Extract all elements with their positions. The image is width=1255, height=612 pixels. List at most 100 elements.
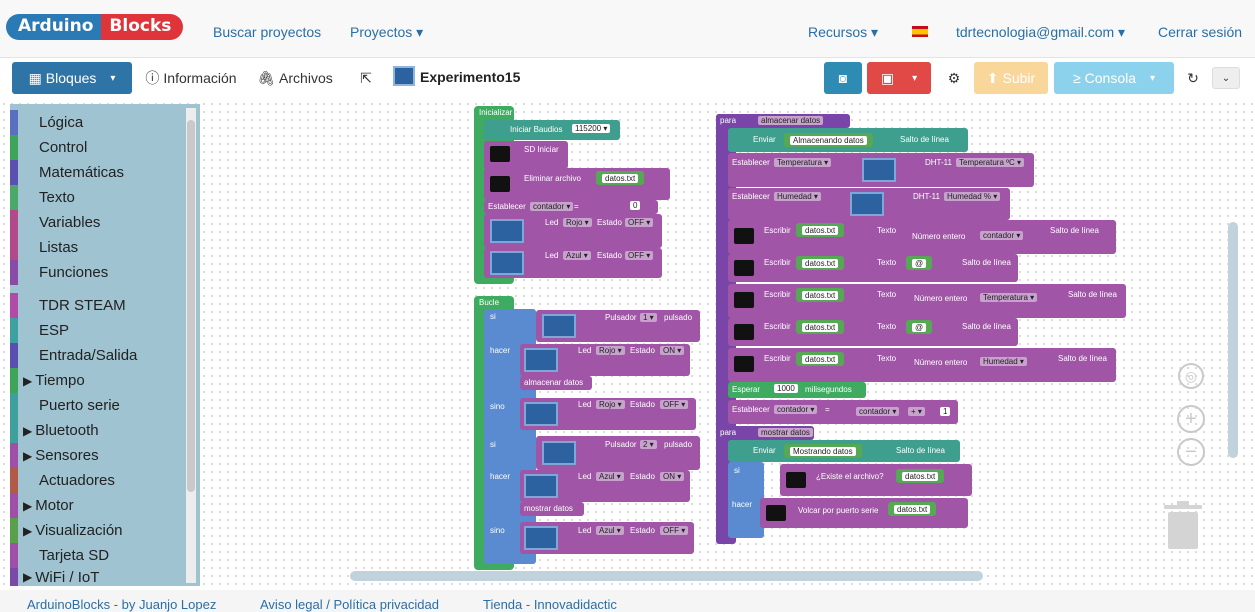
estado-dropdown[interactable]: OFF ▾ bbox=[660, 400, 689, 409]
dht-option-dropdown[interactable]: Humedad % ▾ bbox=[944, 192, 1001, 201]
category-funciones[interactable]: Funciones bbox=[10, 260, 190, 285]
operator-dropdown[interactable]: + ▾ bbox=[908, 407, 925, 416]
variable-dropdown[interactable]: contador ▾ bbox=[774, 405, 818, 414]
archivos-button[interactable]: 🖇 Archivos bbox=[255, 62, 335, 94]
datos-txt-string[interactable]: datos.txt bbox=[796, 223, 845, 237]
string-value: datos.txt bbox=[894, 504, 931, 514]
pulsador-dropdown[interactable]: 2 ▾ bbox=[640, 440, 657, 449]
salto-checkbox-label[interactable]: Salto de línea bbox=[900, 135, 949, 144]
function-name-field[interactable]: mostrar datos bbox=[758, 428, 813, 437]
recenter-icon[interactable]: ◎ bbox=[1178, 363, 1204, 389]
category-bluetooth[interactable]: ▶ Bluetooth bbox=[10, 418, 190, 443]
footer-credit-link[interactable]: ArduinoBlocks - by Juanjo Lopez bbox=[27, 597, 216, 612]
datos-txt-string[interactable]: datos.txt bbox=[596, 171, 645, 185]
number-value[interactable]: 0 bbox=[630, 201, 641, 210]
baud-dropdown[interactable]: 115200 ▾ bbox=[572, 124, 611, 133]
zoom-in-icon[interactable]: + bbox=[1177, 405, 1205, 433]
salto-checkbox-label[interactable]: Salto de línea bbox=[962, 258, 1011, 267]
salto-checkbox-label[interactable]: Salto de línea bbox=[1050, 226, 1099, 235]
datos-txt-string[interactable]: datos.txt bbox=[888, 502, 937, 516]
variable-dropdown[interactable]: Temperatura ▾ bbox=[774, 158, 832, 167]
bloques-button[interactable]: ▦ Bloques ▾ bbox=[12, 62, 132, 94]
variable-dropdown[interactable]: Humedad ▾ bbox=[980, 357, 1027, 366]
nav-logout[interactable]: Cerrar sesión bbox=[1158, 24, 1242, 40]
salto-checkbox-label[interactable]: Salto de línea bbox=[962, 322, 1011, 331]
variable-dropdown[interactable]: contador ▾ bbox=[856, 407, 900, 416]
eliminar-label: Eliminar archivo bbox=[524, 174, 581, 183]
spain-flag-icon[interactable] bbox=[912, 26, 928, 37]
datos-txt-string[interactable]: datos.txt bbox=[896, 469, 945, 483]
category-sidebar[interactable]: Lógica Control Matemáticas Texto Variabl… bbox=[10, 104, 200, 586]
nav-user-dropdown[interactable]: tdrtecnologia@gmail.com ▾ bbox=[956, 24, 1125, 41]
category-sensores[interactable]: ▶ Sensores bbox=[10, 443, 190, 468]
settings-button[interactable]: ⚙ bbox=[941, 62, 967, 94]
trash-icon[interactable] bbox=[1164, 501, 1202, 549]
category-motor[interactable]: ▶ Motor bbox=[10, 493, 190, 518]
salto-checkbox-label[interactable]: Salto de línea bbox=[1058, 354, 1107, 363]
category-logica[interactable]: Lógica bbox=[10, 110, 190, 135]
footer-legal-link[interactable]: Aviso legal / Política privacidad bbox=[260, 597, 439, 612]
category-texto[interactable]: Texto bbox=[10, 185, 190, 210]
datos-txt-string[interactable]: datos.txt bbox=[796, 256, 845, 270]
workspace-vertical-scrollbar[interactable] bbox=[1228, 222, 1238, 458]
consola-button[interactable]: ≥ Consola ▾ bbox=[1054, 62, 1174, 94]
category-wifi-iot[interactable]: ▶ WiFi / IoT bbox=[10, 568, 190, 586]
zoom-out-icon[interactable]: − bbox=[1177, 438, 1205, 466]
category-visualizacion[interactable]: ▶ Visualización bbox=[10, 518, 190, 543]
category-control[interactable]: Control bbox=[10, 135, 190, 160]
datos-txt-string[interactable]: datos.txt bbox=[796, 288, 845, 302]
number-value[interactable]: 1 bbox=[940, 407, 951, 416]
nav-recursos-dropdown[interactable]: Recursos ▾ bbox=[808, 24, 878, 41]
category-listas[interactable]: Listas bbox=[10, 235, 190, 260]
variable-dropdown[interactable]: contador ▾ bbox=[980, 231, 1024, 240]
variable-dropdown[interactable]: Temperatura ▾ bbox=[980, 293, 1038, 302]
informacion-button[interactable]: ⓘ Información bbox=[142, 62, 240, 94]
estado-dropdown[interactable]: ON ▾ bbox=[660, 346, 685, 355]
save-button[interactable]: ▣ ▾ bbox=[867, 62, 931, 94]
category-variables[interactable]: Variables bbox=[10, 210, 190, 235]
datos-txt-string[interactable]: datos.txt bbox=[796, 352, 845, 366]
estado-dropdown[interactable]: OFF ▾ bbox=[660, 526, 689, 535]
pulsador-dropdown[interactable]: 1 ▾ bbox=[640, 313, 657, 322]
led-color-dropdown[interactable]: Rojo ▾ bbox=[596, 400, 625, 409]
category-tdr-steam[interactable]: TDR STEAM bbox=[10, 293, 190, 318]
arduinoblocks-logo[interactable]: Arduino Blocks bbox=[6, 14, 184, 40]
salto-checkbox-label[interactable]: Salto de línea bbox=[1068, 290, 1117, 299]
category-puerto-serie[interactable]: Puerto serie bbox=[10, 393, 190, 418]
led-color-dropdown[interactable]: Azul ▾ bbox=[596, 472, 624, 481]
almacenando-string[interactable]: Almacenando datos bbox=[784, 133, 873, 147]
estado-dropdown[interactable]: OFF ▾ bbox=[625, 218, 654, 227]
sidebar-scrollbar-thumb[interactable] bbox=[187, 120, 195, 492]
nav-buscar-proyectos[interactable]: Buscar proyectos bbox=[213, 24, 321, 40]
led-color-dropdown[interactable]: Rojo ▾ bbox=[596, 346, 625, 355]
dht-option-dropdown[interactable]: Temperatura ºC ▾ bbox=[956, 158, 1025, 167]
category-tarjeta-sd[interactable]: Tarjeta SD bbox=[10, 543, 190, 568]
category-matematicas[interactable]: Matemáticas bbox=[10, 160, 190, 185]
variable-dropdown[interactable]: Humedad ▾ bbox=[774, 192, 821, 201]
category-entrada-salida[interactable]: Entrada/Salida bbox=[10, 343, 190, 368]
ms-value[interactable]: 1000 bbox=[774, 384, 798, 393]
estado-dropdown[interactable]: OFF ▾ bbox=[625, 251, 654, 260]
footer-tienda-link[interactable]: Tienda - Innovadidactic bbox=[483, 597, 617, 612]
category-esp[interactable]: ESP bbox=[10, 318, 190, 343]
screenshot-button[interactable]: ◙ bbox=[824, 62, 862, 94]
collapse-button[interactable]: ⌄ bbox=[1212, 67, 1240, 89]
datos-txt-string[interactable]: datos.txt bbox=[796, 320, 845, 334]
led-color-dropdown[interactable]: Azul ▾ bbox=[596, 526, 624, 535]
refresh-button[interactable]: ↻ bbox=[1180, 62, 1206, 94]
category-tiempo[interactable]: ▶ Tiempo bbox=[10, 368, 190, 393]
category-actuadores[interactable]: Actuadores bbox=[10, 468, 190, 493]
nav-proyectos-dropdown[interactable]: Proyectos ▾ bbox=[350, 24, 423, 41]
separator-string[interactable]: @ bbox=[906, 320, 933, 334]
workspace-horizontal-scrollbar[interactable] bbox=[350, 571, 983, 581]
mostrando-string[interactable]: Mostrando datos bbox=[784, 444, 862, 458]
separator-string[interactable]: @ bbox=[906, 256, 933, 270]
led-color-dropdown[interactable]: Rojo ▾ bbox=[563, 218, 592, 227]
share-button[interactable]: ⇱ bbox=[352, 62, 380, 94]
subir-button[interactable]: ⬆ Subir bbox=[974, 62, 1048, 94]
estado-dropdown[interactable]: ON ▾ bbox=[660, 472, 685, 481]
function-name-field[interactable]: almacenar datos bbox=[758, 116, 824, 125]
variable-dropdown[interactable]: contador ▾ bbox=[530, 202, 574, 211]
salto-checkbox-label[interactable]: Salto de línea bbox=[896, 446, 945, 455]
led-color-dropdown[interactable]: Azul ▾ bbox=[563, 251, 591, 260]
